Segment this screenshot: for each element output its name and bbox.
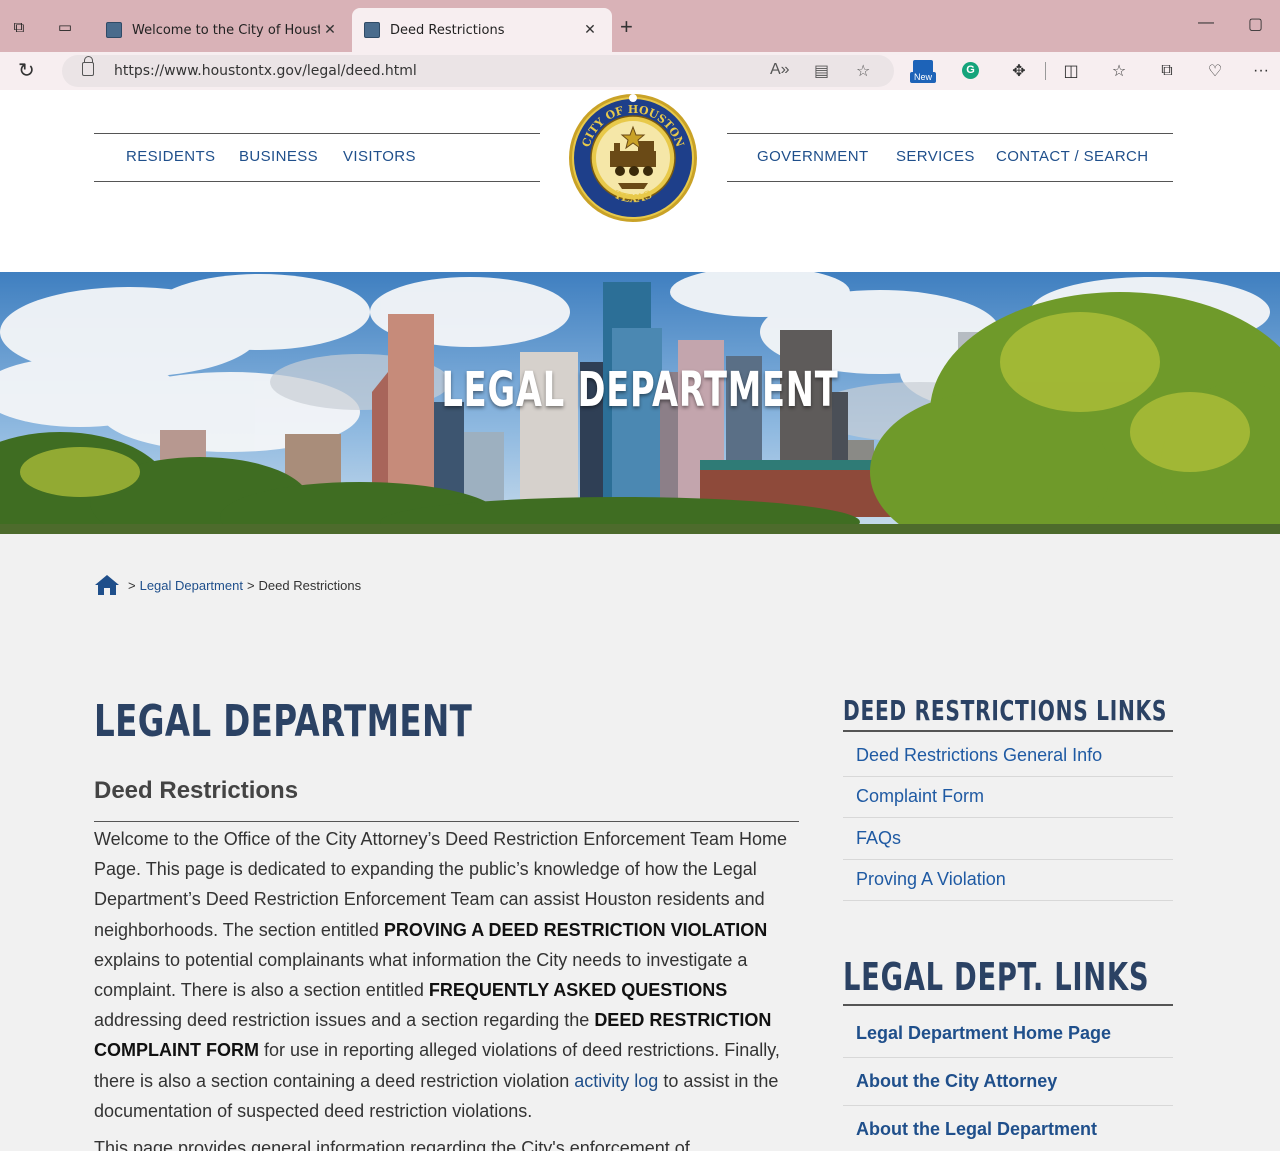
split-screen-icon[interactable]: ◫ — [1058, 60, 1084, 82]
legal-dept-link-1[interactable]: About the City Attorney — [856, 1071, 1057, 1092]
tab-actions-icon[interactable]: ▭ — [52, 14, 78, 40]
legal-dept-link-2[interactable]: About the Legal Department — [856, 1119, 1097, 1140]
home-icon[interactable] — [94, 574, 120, 596]
divider — [843, 730, 1173, 732]
extensions-icon[interactable]: ✥ — [1006, 60, 1032, 82]
breadcrumb-separator: > — [246, 577, 255, 593]
browser-essentials-icon[interactable]: ♡ — [1202, 60, 1228, 82]
legal-dept-link-0[interactable]: Legal Department Home Page — [856, 1023, 1111, 1044]
nav-government[interactable]: GOVERNMENT — [757, 148, 869, 165]
list-item: Complaint Form — [843, 777, 1173, 818]
toolbar-divider — [1045, 62, 1046, 80]
divider — [94, 821, 799, 822]
more-menu-icon[interactable]: ··· — [1248, 60, 1274, 82]
deed-restrictions-link-3[interactable]: Proving A Violation — [856, 869, 1006, 890]
deed-restrictions-links-list: Deed Restrictions General Info Complaint … — [843, 735, 1173, 901]
deed-restrictions-link-2[interactable]: FAQs — [856, 828, 901, 849]
workspaces-icon[interactable]: ⧉ — [6, 14, 32, 40]
breadcrumb-separator: > — [128, 577, 136, 593]
grammarly-icon[interactable]: G — [962, 62, 979, 79]
page-title: LEGAL DEPARTMENT — [94, 696, 473, 747]
houston-favicon-icon — [106, 22, 122, 38]
reload-icon[interactable]: ↻ — [18, 58, 35, 83]
address-bar-row: ↻ https://www.houstontx.gov/legal/deed.h… — [0, 52, 1280, 90]
favorites-icon[interactable]: ☆ — [1106, 60, 1132, 82]
maximize-icon[interactable]: ▢ — [1248, 14, 1263, 34]
city-seal-logo[interactable]: CITY OF HOUSTON TEXAS — [566, 93, 700, 223]
collections-icon[interactable]: ⧉ — [1154, 60, 1180, 82]
emphasized-section-name: FREQUENTLY ASKED QUESTIONS — [428, 980, 728, 1001]
nav-contact-search[interactable]: CONTACT / SEARCH — [996, 148, 1149, 165]
url-field[interactable]: https://www.houstontx.gov/legal/deed.htm… — [62, 55, 894, 87]
close-icon[interactable]: ✕ — [320, 22, 340, 38]
emphasized-section-name: DEED RESTRICTION COMPLAINT FORM — [94, 1010, 772, 1061]
close-icon[interactable]: ✕ — [580, 22, 600, 38]
read-aloud-icon[interactable]: A» — [770, 61, 790, 79]
nav-services[interactable]: SERVICES — [896, 148, 975, 165]
list-item: About the Legal Department — [843, 1106, 1173, 1151]
hero-banner: LEGAL DEPARTMENT — [0, 272, 1280, 534]
list-item: Proving A Violation — [843, 860, 1173, 901]
deed-restrictions-link-0[interactable]: Deed Restrictions General Info — [856, 745, 1102, 766]
breadcrumb-legal-department[interactable]: Legal Department — [140, 578, 243, 593]
nav-business[interactable]: BUSINESS — [239, 148, 318, 165]
deed-restrictions-links-heading: DEED RESTRICTIONS LINKS — [843, 694, 1168, 727]
nav-visitors[interactable]: VISITORS — [343, 148, 416, 165]
site-header: RESIDENTS BUSINESS VISITORS GOVERNMENT S… — [0, 90, 1280, 272]
list-item: Deed Restrictions General Info — [843, 735, 1173, 777]
hero-title: LEGAL DEPARTMENT — [441, 362, 839, 418]
emphasized-section-name: PROVING A DEED RESTRICTION VIOLATION — [383, 919, 768, 940]
tab-welcome[interactable]: Welcome to the City of Houston e ✕ — [94, 8, 352, 52]
activity-log-link[interactable]: activity log — [574, 1071, 658, 1091]
breadcrumb: > Legal Department > Deed Restrictions — [94, 574, 361, 596]
paragraph-continuation: This page provides general information r… — [94, 1138, 690, 1151]
minimize-icon[interactable]: — — [1198, 14, 1214, 32]
legal-dept-links-heading: LEGAL DEPT. LINKS — [843, 955, 1150, 999]
nav-residents[interactable]: RESIDENTS — [126, 148, 215, 165]
houston-favicon-icon — [364, 22, 380, 38]
tab-title: Welcome to the City of Houston e — [132, 22, 320, 38]
list-item: FAQs — [843, 818, 1173, 860]
list-item: About the City Attorney — [843, 1058, 1173, 1106]
intro-paragraph: Welcome to the Office of the City Attorn… — [94, 829, 787, 1121]
new-tab-button[interactable]: + — [620, 16, 633, 38]
url-text[interactable]: https://www.houstontx.gov/legal/deed.htm… — [114, 63, 417, 79]
tab-title: Deed Restrictions — [390, 22, 505, 38]
lock-icon[interactable] — [82, 56, 94, 76]
favorite-star-icon[interactable]: ☆ — [856, 61, 870, 81]
section-subtitle: Deed Restrictions — [94, 777, 299, 804]
immersive-reader-icon[interactable]: ▤ — [814, 61, 829, 81]
browser-tab-bar: ⧉ ▭ Welcome to the City of Houston e ✕ D… — [0, 0, 1280, 52]
tab-deed-restrictions[interactable]: Deed Restrictions ✕ — [352, 8, 612, 52]
list-item: Legal Department Home Page — [843, 1010, 1173, 1058]
breadcrumb-current: Deed Restrictions — [258, 577, 362, 593]
divider — [843, 1004, 1173, 1006]
new-extension-icon[interactable]: New — [910, 60, 936, 84]
legal-dept-links-list: Legal Department Home Page About the City… — [843, 1010, 1173, 1151]
deed-restrictions-link-1[interactable]: Complaint Form — [856, 786, 984, 807]
